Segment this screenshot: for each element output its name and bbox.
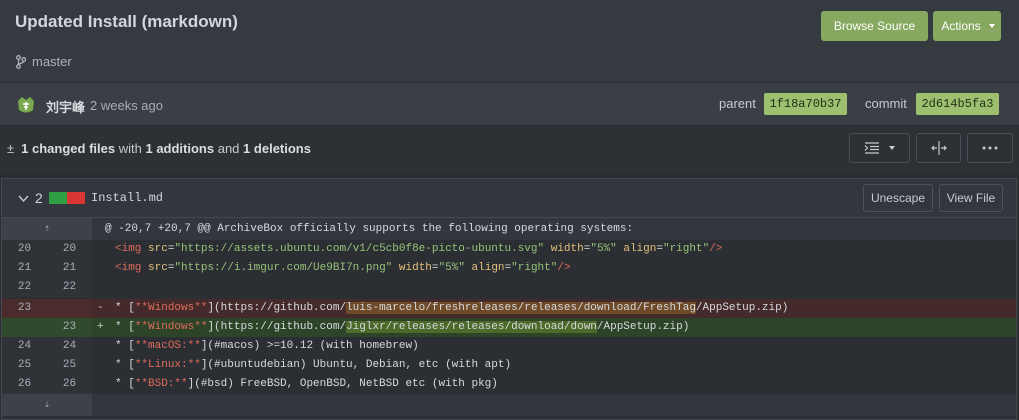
- file-name[interactable]: Install.md: [91, 191, 163, 205]
- new-line-number[interactable]: 22: [47, 278, 92, 297]
- author-name[interactable]: 刘宇峰: [46, 97, 85, 116]
- additions-label: additions: [156, 141, 215, 156]
- code-line: * [**macOS:**](#macos) >=10.12 (with hom…: [92, 337, 1016, 356]
- additions-bar: [49, 192, 67, 204]
- diff-line: 21 21 <img src="https://i.imgur.com/Ue9B…: [2, 259, 1016, 278]
- new-line-number[interactable]: 20: [47, 240, 92, 259]
- old-line-number[interactable]: 23: [2, 299, 47, 318]
- more-dots-icon: [982, 146, 998, 150]
- deletions-count: 1: [243, 141, 251, 156]
- old-line-number[interactable]: 21: [2, 259, 47, 278]
- file-change-count: 2: [35, 190, 43, 206]
- file-diff: 2 Install.md Unescape View File ⇡ @ -20,…: [1, 178, 1017, 420]
- and-label: and: [217, 141, 240, 156]
- code-line: * [**BSD:**](#bsd) FreeBSD, OpenBSD, Net…: [92, 375, 1016, 394]
- commit-time: 2 weeks ago: [90, 98, 163, 113]
- split-view-button[interactable]: [916, 133, 961, 163]
- code-line: * [**Linux:**](#ubuntudebian) Ubuntu, De…: [92, 356, 1016, 375]
- caret-down-icon: [889, 146, 895, 150]
- changed-label: changed files: [32, 141, 116, 156]
- author-bar: 刘宇峰 2 weeks ago parent 1f18a70b37 commit…: [0, 82, 1019, 126]
- code-line: <img src="https://i.imgur.com/Ue9BI7n.pn…: [92, 259, 1016, 278]
- hunk-header: @ -20,7 +20,7 @@ ArchiveBox officially s…: [92, 218, 1016, 240]
- code-line: [92, 278, 1016, 297]
- branch-icon: [16, 54, 26, 69]
- view-file-button[interactable]: View File: [939, 184, 1003, 212]
- deletion-marker: -: [97, 302, 104, 314]
- parent-sha-link[interactable]: 1f18a70b37: [764, 93, 847, 115]
- expand-down-button[interactable]: ⇣: [2, 394, 92, 416]
- commit-title: Updated Install (markdown): [15, 12, 238, 31]
- commit-label: commit: [865, 96, 907, 111]
- branch-name[interactable]: master: [32, 54, 72, 69]
- new-line-number[interactable]: 24: [47, 337, 92, 356]
- commit-sha[interactable]: 2d614b5fa3: [916, 93, 999, 115]
- new-line-number[interactable]: [47, 299, 92, 318]
- addition-marker: +: [97, 321, 104, 333]
- avatar[interactable]: [15, 95, 37, 115]
- caret-down-icon: [989, 24, 995, 28]
- chevron-down-icon[interactable]: [18, 195, 29, 203]
- plus-minus-icon: ±: [7, 141, 15, 156]
- diff-line: 26 26 * [**BSD:**](#bsd) FreeBSD, OpenBS…: [2, 375, 1016, 394]
- old-line-number[interactable]: 26: [2, 375, 47, 394]
- with-label: with: [118, 141, 142, 156]
- code-line: * [**Windows**](https://github.com/luis-…: [92, 299, 1016, 318]
- split-arrows-icon: [930, 141, 947, 155]
- old-line-number[interactable]: 22: [2, 278, 47, 297]
- old-line-number[interactable]: 20: [2, 240, 47, 259]
- diff-table: ⇡ @ -20,7 +20,7 @@ ArchiveBox officially…: [2, 218, 1016, 416]
- expand-down-row: ⇣: [2, 394, 1016, 416]
- commit-header: Updated Install (markdown) master Browse…: [0, 0, 1019, 82]
- diff-line: 20 20 <img src="https://assets.ubuntu.co…: [2, 240, 1016, 259]
- new-line-number[interactable]: 23: [47, 318, 92, 337]
- hunk-header-row: ⇡ @ -20,7 +20,7 @@ ArchiveBox officially…: [2, 218, 1016, 240]
- new-line-number[interactable]: 21: [47, 259, 92, 278]
- old-line-number[interactable]: 24: [2, 337, 47, 356]
- diff-options-button[interactable]: [849, 133, 910, 163]
- unescape-button[interactable]: Unescape: [863, 184, 933, 212]
- diff-stats-bar: ±1 changed files with 1 additions and 1 …: [0, 127, 1019, 171]
- deletions-label: deletions: [253, 141, 311, 156]
- deletions-bar: [67, 192, 85, 204]
- expand-down-filler: [92, 394, 1016, 416]
- diff-line: 25 25 * [**Linux:**](#ubuntudebian) Ubun…: [2, 356, 1016, 375]
- new-line-number[interactable]: 26: [47, 375, 92, 394]
- old-line-number[interactable]: 25: [2, 356, 47, 375]
- diff-line: 22 22: [2, 278, 1016, 297]
- parent-label: parent: [719, 96, 756, 111]
- additions-count: 1: [145, 141, 153, 156]
- added-line: 23 * [**Windows**](https://github.com/Ji…: [2, 318, 1016, 337]
- diff-stat-bar: [49, 192, 85, 204]
- code-line: * [**Windows**](https://github.com/Jiglx…: [92, 318, 1016, 337]
- actions-dropdown-button[interactable]: Actions: [933, 11, 1001, 41]
- expand-up-button[interactable]: ⇡: [2, 218, 92, 240]
- expand-down-icon: ⇣: [43, 400, 51, 411]
- new-line-number[interactable]: 25: [47, 356, 92, 375]
- file-header: 2 Install.md Unescape View File: [2, 179, 1016, 218]
- old-line-number[interactable]: [2, 318, 47, 337]
- code-line: <img src="https://assets.ubuntu.com/v1/c…: [92, 240, 1016, 259]
- expand-up-icon: ⇡: [43, 224, 51, 235]
- deleted-line: 23 * [**Windows**](https://github.com/lu…: [2, 299, 1016, 318]
- more-options-button[interactable]: [967, 133, 1013, 163]
- changed-count: 1: [21, 141, 29, 156]
- browse-source-button[interactable]: Browse Source: [821, 11, 928, 41]
- branch-indicator: master: [16, 54, 72, 69]
- diff-line: 24 24 * [**macOS:**](#macos) >=10.12 (wi…: [2, 337, 1016, 356]
- list-indent-icon: [864, 142, 879, 154]
- diff-stats: ±1 changed files with 1 additions and 1 …: [7, 141, 311, 156]
- actions-label: Actions: [941, 19, 981, 33]
